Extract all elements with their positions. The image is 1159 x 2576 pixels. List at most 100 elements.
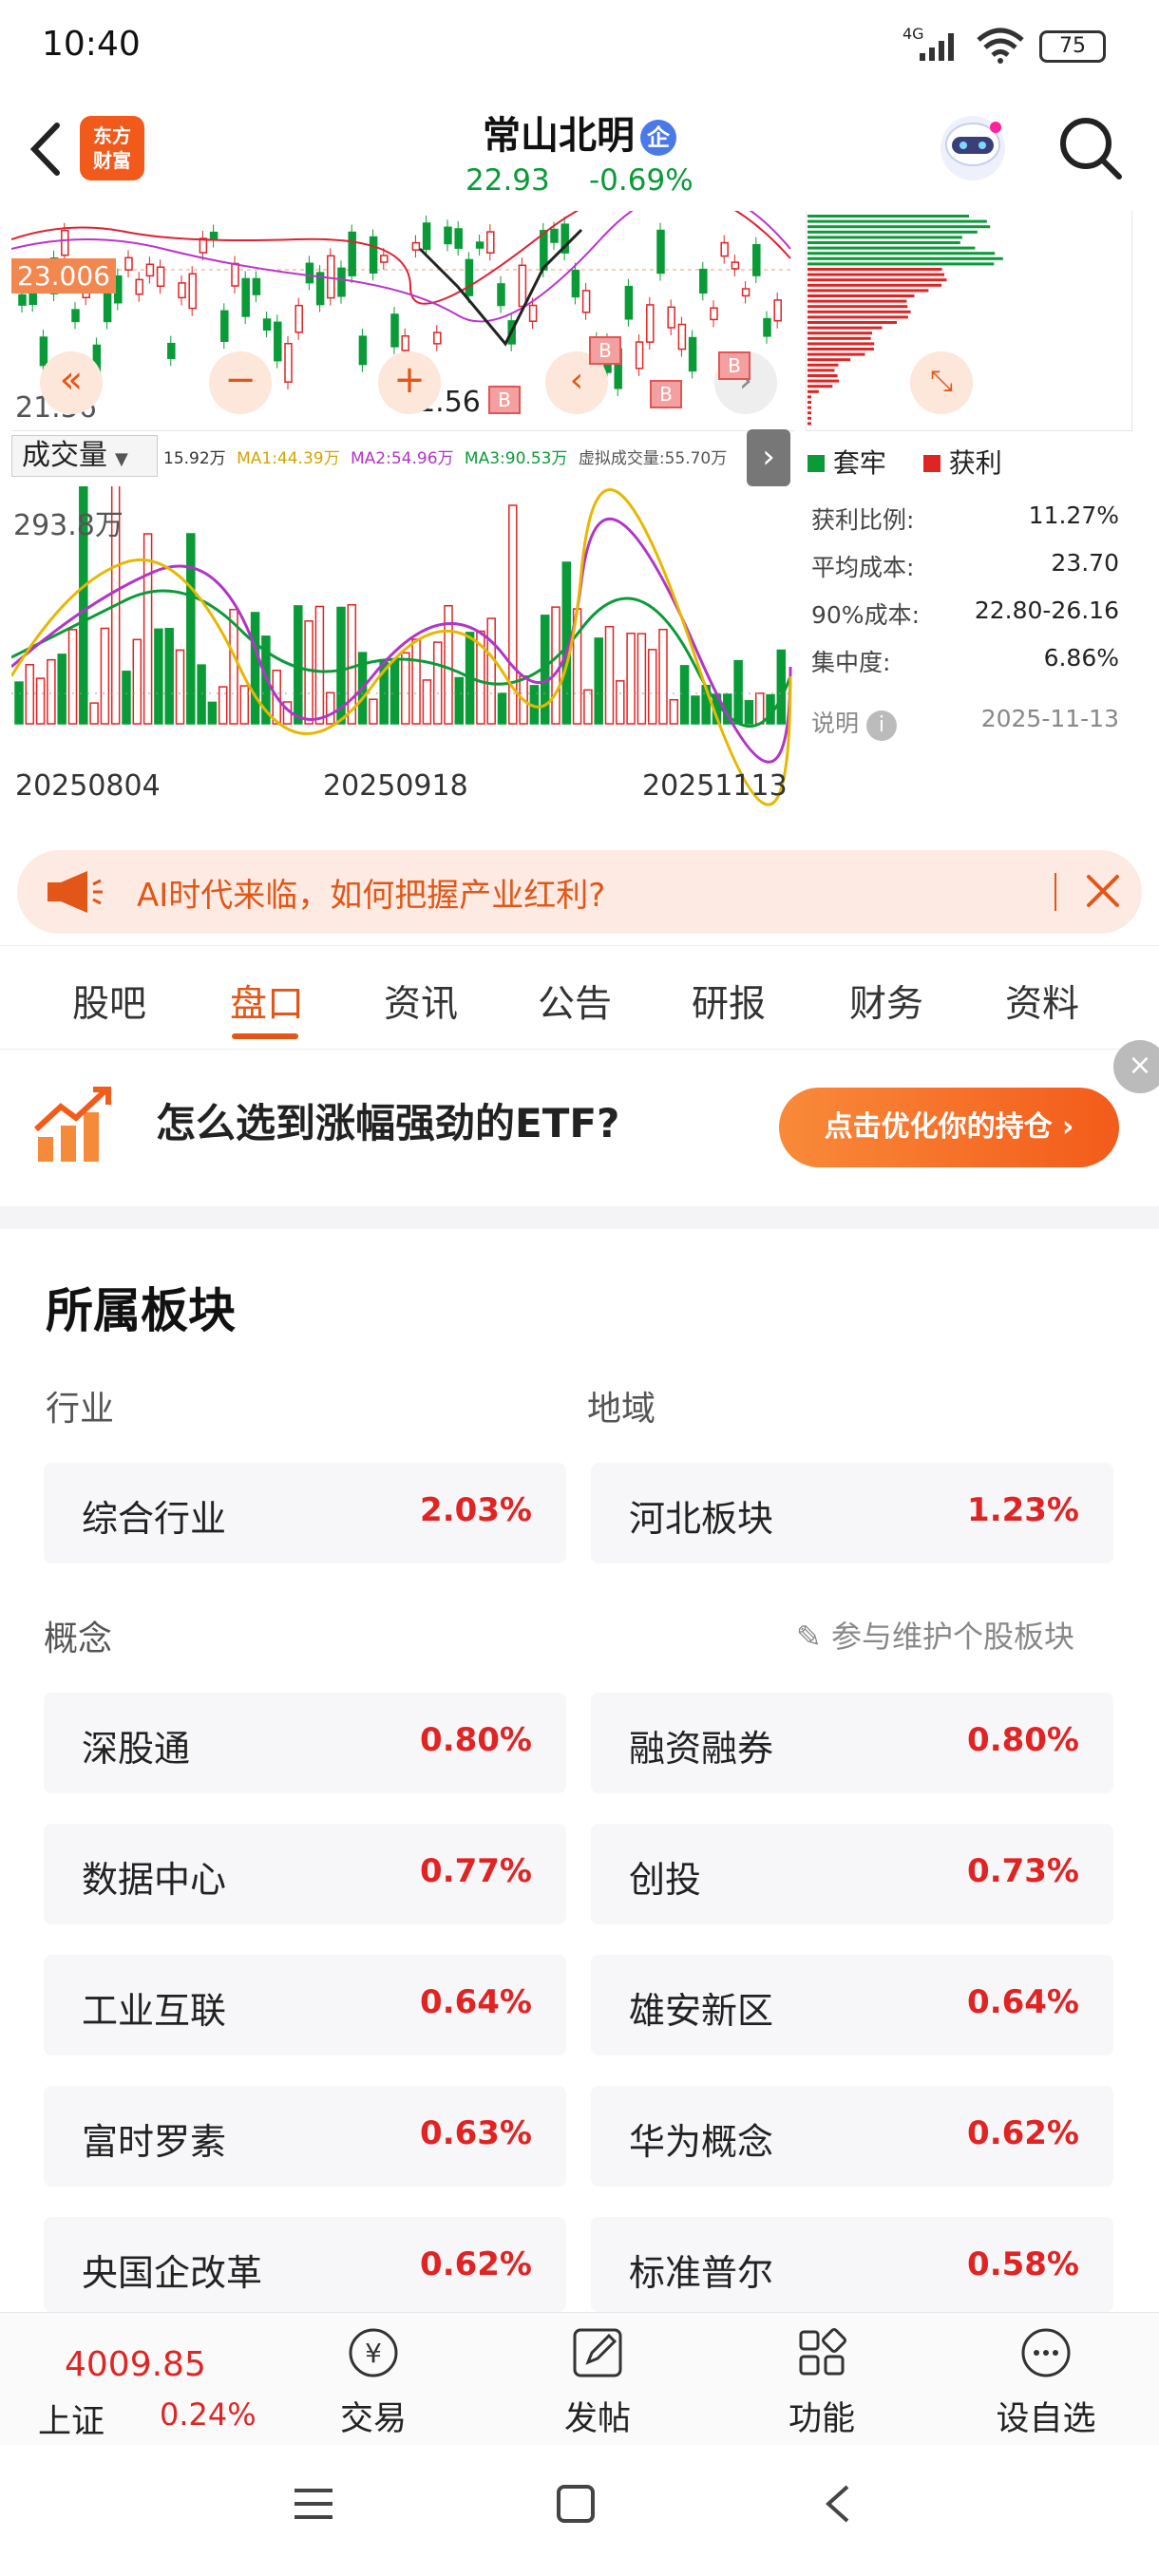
wifi-icon bbox=[977, 28, 1024, 64]
back-nav-icon[interactable] bbox=[819, 2481, 857, 2527]
nav-functions[interactable]: 功能 bbox=[750, 2322, 893, 2440]
stock-price: 22.93 bbox=[466, 163, 550, 198]
edit-square-icon bbox=[573, 2328, 622, 2377]
sector-pct: 0.80% bbox=[420, 1721, 532, 1759]
megaphone-icon bbox=[48, 871, 103, 913]
chip-bar bbox=[808, 246, 976, 250]
concept-cell[interactable]: 工业互联 0.64% bbox=[44, 1955, 566, 2055]
stock-name: 常山北明 bbox=[483, 114, 635, 158]
legend-red-swatch bbox=[922, 455, 940, 472]
candle-body bbox=[369, 236, 378, 274]
nav-trade[interactable]: ¥ 交易 bbox=[302, 2322, 445, 2440]
chip-row-value: 11.27% bbox=[1028, 502, 1119, 529]
expand-icon[interactable]: ⤡ bbox=[910, 351, 973, 414]
concept-cell[interactable]: 数据中心 0.77% bbox=[44, 1824, 566, 1924]
sector-name: 工业互联 bbox=[82, 1990, 227, 2032]
volume-bar bbox=[551, 606, 560, 725]
app-logo[interactable]: 东方 财富 bbox=[80, 116, 144, 180]
candle-body bbox=[763, 317, 771, 337]
enterprise-badge: 企 bbox=[640, 120, 676, 156]
sector-name: 融资融券 bbox=[629, 1728, 774, 1770]
candle-body bbox=[646, 304, 655, 343]
concept-cell[interactable]: 富时罗素 0.63% bbox=[44, 2086, 566, 2187]
buy-marker: B bbox=[718, 351, 750, 380]
nav-trade-label: 交易 bbox=[339, 2400, 407, 2438]
concept-cell[interactable]: 创投 0.73% bbox=[591, 1824, 1113, 1924]
nav-add-watchlist[interactable]: 设自选 bbox=[975, 2322, 1117, 2440]
back-button[interactable] bbox=[21, 116, 68, 182]
chip-bar bbox=[808, 315, 908, 319]
chip-note-row[interactable]: 说明 i 2025-11-13 bbox=[811, 705, 1148, 741]
tab-announcements[interactable]: 公告 bbox=[538, 975, 612, 1028]
buy-marker: B bbox=[589, 336, 621, 365]
candle-body bbox=[731, 261, 740, 270]
nav-post-label: 发帖 bbox=[563, 2400, 631, 2438]
promo-banner[interactable]: 怎么选到涨幅强劲的ETF? 点击优化你的持仓 › × bbox=[0, 1040, 1159, 1206]
expand-panel-button[interactable]: › bbox=[747, 429, 790, 486]
chip-bar bbox=[808, 401, 811, 404]
tab-profile[interactable]: 资料 bbox=[1005, 975, 1079, 1028]
concept-cell[interactable]: 融资融券 0.80% bbox=[591, 1693, 1113, 1793]
index-change: 0.24% bbox=[160, 2396, 256, 2433]
candle-body bbox=[156, 266, 165, 287]
stock-change: -0.69% bbox=[589, 163, 694, 198]
chip-bar bbox=[808, 278, 947, 282]
volume-bar bbox=[679, 665, 690, 725]
promo-close-icon[interactable]: × bbox=[1113, 1040, 1159, 1093]
candle-body bbox=[454, 228, 463, 249]
logo-line1: 东方 bbox=[93, 124, 131, 147]
ad-banner-text[interactable]: AI时代来临，如何把握产业红利? bbox=[137, 869, 605, 916]
zoom-out-button[interactable]: − bbox=[209, 351, 272, 414]
legend-profit: 获利 bbox=[948, 447, 1002, 479]
concept-cell[interactable]: 雄安新区 0.64% bbox=[591, 1955, 1113, 2055]
chip-bar bbox=[808, 215, 969, 218]
sector-name: 综合行业 bbox=[82, 1498, 227, 1540]
candle-body bbox=[518, 264, 527, 308]
signal-icon bbox=[920, 33, 954, 61]
nav-post[interactable]: 发帖 bbox=[526, 2322, 669, 2440]
sector-cell-industry[interactable]: 综合行业 2.03% bbox=[44, 1463, 566, 1563]
maintain-sector-link[interactable]: ✎ 参与维护个股板块 bbox=[796, 1613, 1074, 1657]
home-icon[interactable] bbox=[555, 2483, 597, 2525]
tab-finance[interactable]: 财务 bbox=[849, 975, 923, 1028]
volume-bar bbox=[411, 638, 421, 725]
volume-stats: 15.92万 MA1:44.39万 MA2:54.96万 MA3:90.53万 … bbox=[163, 445, 727, 468]
candle-body bbox=[571, 270, 580, 298]
sector-cell-region[interactable]: 河北板块 1.23% bbox=[591, 1463, 1113, 1563]
candle-body bbox=[677, 323, 687, 350]
concept-cell[interactable]: 标准普尔 0.58% bbox=[591, 2217, 1113, 2312]
chip-bar bbox=[808, 299, 907, 303]
sector-pct: 0.77% bbox=[420, 1852, 532, 1890]
logo-line2: 财富 bbox=[93, 149, 131, 172]
fast-back-button[interactable]: « bbox=[40, 351, 103, 414]
concept-cell[interactable]: 央国企改革 0.62% bbox=[44, 2217, 566, 2312]
sector-name: 富时罗素 bbox=[82, 2121, 227, 2163]
search-icon[interactable] bbox=[1054, 112, 1127, 184]
candle-body bbox=[135, 278, 143, 295]
chip-bar bbox=[808, 395, 811, 399]
chip-bar bbox=[808, 358, 851, 362]
ad-divider bbox=[1054, 873, 1056, 911]
ad-banner[interactable]: AI时代来临，如何把握产业红利? bbox=[17, 850, 1142, 934]
concept-cell[interactable]: 深股通 0.80% bbox=[44, 1693, 566, 1793]
sector-pct: 0.80% bbox=[967, 1721, 1079, 1759]
index-widget[interactable]: 4009.85 上证 0.24% bbox=[28, 2326, 256, 2441]
chip-bar bbox=[808, 230, 978, 234]
indicator-selector[interactable]: 成交量 ▼ bbox=[11, 435, 158, 477]
tab-pankou[interactable]: 盘口 bbox=[230, 975, 304, 1028]
tab-research[interactable]: 研报 bbox=[692, 975, 766, 1028]
menu-icon[interactable] bbox=[291, 2483, 336, 2525]
tab-news[interactable]: 资讯 bbox=[384, 975, 458, 1028]
chip-distribution-chart[interactable] bbox=[806, 211, 1132, 431]
tab-guba[interactable]: 股吧 bbox=[72, 975, 146, 1028]
chip-bar bbox=[808, 321, 898, 324]
yen-circle-icon: ¥ bbox=[349, 2328, 398, 2377]
dropdown-arrow-icon: ▼ bbox=[115, 449, 128, 469]
region-label: 地域 bbox=[587, 1390, 656, 1429]
ai-assistant-icon[interactable] bbox=[933, 106, 1013, 186]
optimize-portfolio-button[interactable]: 点击优化你的持仓 › bbox=[779, 1088, 1119, 1167]
volume-bar bbox=[658, 628, 668, 725]
zoom-in-button[interactable]: + bbox=[378, 351, 441, 414]
concept-cell[interactable]: 华为概念 0.62% bbox=[591, 2086, 1113, 2187]
close-icon[interactable] bbox=[1081, 869, 1125, 913]
